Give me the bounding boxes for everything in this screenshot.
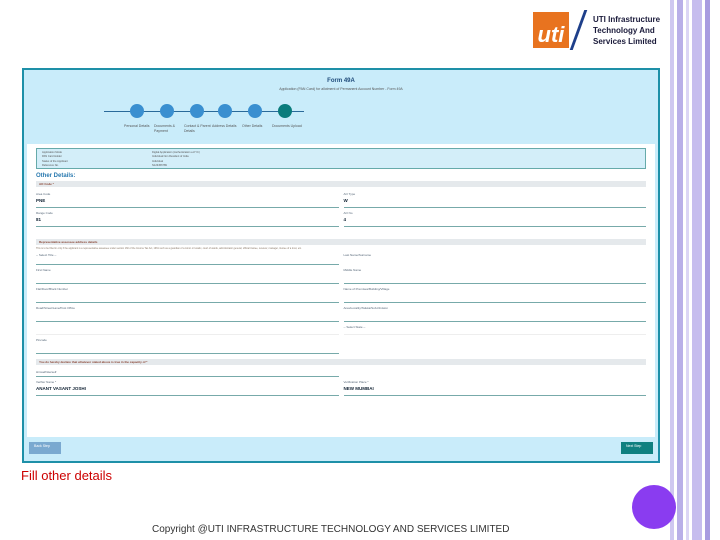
step-personal[interactable]: Personal Details bbox=[124, 104, 156, 129]
field-value: Himself/Herself bbox=[36, 370, 57, 374]
field-value: 81 bbox=[36, 217, 42, 222]
form-screenshot: Form 49A Application (PAN Card) for allo… bbox=[22, 68, 660, 463]
step-icon bbox=[278, 104, 292, 118]
logo-line: UTI Infrastructure bbox=[593, 14, 661, 24]
field-value: W bbox=[343, 198, 348, 203]
pincode-field[interactable]: Pincode bbox=[36, 335, 339, 354]
copyright: Copyright @UTI INFRASTRUCTURE TECHNOLOGY… bbox=[152, 524, 510, 535]
step-icon bbox=[248, 104, 262, 118]
field-label: Area Code bbox=[36, 192, 51, 196]
step-icon bbox=[218, 104, 232, 118]
step-address[interactable]: Address Details bbox=[212, 104, 244, 129]
range-code-field[interactable]: Range Code 81 bbox=[36, 208, 339, 227]
flat-field[interactable]: Flat/Door/Block Number bbox=[36, 284, 339, 303]
application-info: Application Mode Digital Application (Aut… bbox=[36, 148, 646, 169]
step-label: Documents & Payment bbox=[154, 124, 176, 133]
field-label: First Name bbox=[36, 268, 51, 272]
back-step-button[interactable]: Back Step bbox=[29, 442, 61, 454]
form-title: Form 49A bbox=[327, 78, 355, 84]
city-select[interactable] bbox=[36, 322, 339, 335]
step-label: Other Details bbox=[242, 124, 263, 128]
ao-type-field[interactable]: AO Type W bbox=[343, 189, 646, 208]
logo-text: UTI Infrastructure Technology And Servic… bbox=[593, 14, 660, 47]
field-label: Name of Premises/Building/Village bbox=[343, 287, 390, 291]
step-upload[interactable]: Documents Upload bbox=[272, 104, 304, 129]
logo-line: Technology And bbox=[593, 25, 655, 35]
step-icon bbox=[160, 104, 174, 118]
field-label: Verifier Name * bbox=[36, 380, 57, 384]
step-icon bbox=[190, 104, 204, 118]
field-label: Road/Street/Lane/Post Office bbox=[36, 306, 75, 310]
ao-no-field[interactable]: AO No 4 bbox=[343, 208, 646, 227]
field-label: Middle Name bbox=[343, 268, 362, 272]
field-value: NEW MUMBAI bbox=[343, 386, 374, 391]
area-field[interactable]: Area/Locality/Taluka/Sub-Division bbox=[343, 303, 646, 322]
premises-field[interactable]: Name of Premises/Building/Village bbox=[343, 284, 646, 303]
ao-code-header: AO Code * bbox=[36, 181, 646, 187]
section-title: Other Details: bbox=[36, 173, 76, 179]
field-value: ANANT VASANT JOSHI bbox=[36, 386, 86, 391]
title-select[interactable]: -- Select Title -- bbox=[36, 250, 339, 265]
rep-header: Representative assessee address details bbox=[36, 239, 646, 245]
decorative-circle bbox=[632, 485, 676, 529]
logo-line: Services Limited bbox=[593, 36, 657, 46]
state-select[interactable]: -- Select State -- bbox=[343, 322, 646, 335]
field-label: Flat/Door/Block Number bbox=[36, 287, 69, 291]
field-label: Range Code bbox=[36, 211, 53, 215]
field-label: Area/Locality/Taluka/Sub-Division bbox=[343, 306, 389, 310]
logo-mark: uti bbox=[533, 12, 569, 48]
next-step-button[interactable]: Next Step bbox=[621, 442, 653, 454]
field-label: Pincode bbox=[36, 338, 47, 342]
field-value: PNE bbox=[36, 198, 46, 203]
decorative-bars bbox=[670, 0, 710, 540]
middle-name-field[interactable]: Middle Name bbox=[343, 265, 646, 284]
declaration-header: You do hereby declare that whatever stat… bbox=[36, 359, 646, 365]
step-label: Address Details bbox=[212, 124, 237, 128]
field-value: 4 bbox=[343, 217, 347, 222]
field-label: -- Select State -- bbox=[343, 325, 366, 329]
last-name-field[interactable]: Last Name/Surname bbox=[344, 250, 647, 265]
slide-caption: Fill other details bbox=[21, 468, 113, 483]
step-other[interactable]: Other Details bbox=[242, 104, 274, 129]
verifier-name-field[interactable]: Verifier Name * ANANT VASANT JOSHI bbox=[36, 377, 339, 396]
uti-logo: uti UTI Infrastructure Technology And Se… bbox=[533, 10, 660, 50]
form-card: Application Mode Digital Application (Aut… bbox=[27, 144, 655, 437]
field-label: Verification Place * bbox=[343, 380, 369, 384]
field-label: -- Select Title -- bbox=[36, 253, 57, 257]
field-label: Last Name/Surname bbox=[343, 253, 372, 257]
info-value: N123456789 bbox=[152, 163, 167, 167]
step-icon bbox=[130, 104, 144, 118]
info-label: Reference No. bbox=[42, 163, 59, 167]
stepper: Personal Details Documents & Payment Con… bbox=[104, 102, 304, 142]
field-label: AO No bbox=[343, 211, 353, 215]
road-field[interactable]: Road/Street/Lane/Post Office bbox=[36, 303, 339, 322]
first-name-field[interactable]: First Name bbox=[36, 265, 339, 284]
form-subtitle: Application (PAN Card) for allotment of … bbox=[279, 87, 403, 91]
capacity-select[interactable]: Himself/Herself bbox=[36, 367, 339, 377]
area-code-field[interactable]: Area Code PNE bbox=[36, 189, 339, 208]
step-documents-payment[interactable]: Documents & Payment bbox=[154, 104, 186, 134]
field-label: AO Type bbox=[343, 192, 356, 196]
step-label: Documents Upload bbox=[272, 124, 302, 128]
verification-place-field[interactable]: Verification Place * NEW MUMBAI bbox=[343, 377, 646, 396]
step-label: Personal Details bbox=[124, 124, 150, 128]
